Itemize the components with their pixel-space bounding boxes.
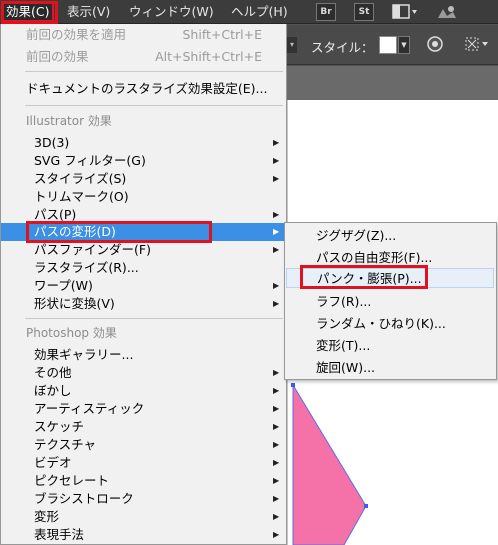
photoshop-effects-header: Photoshop 効果 <box>26 326 117 340</box>
menu-item-path[interactable]: パス(P) ▶ <box>1 206 286 224</box>
menu-item-distort-transform[interactable]: パスの変形(D) ▶ <box>1 223 286 241</box>
submenu-arrow-icon: ▶ <box>273 476 280 485</box>
bridge-button[interactable]: Br <box>316 3 336 21</box>
dropdown-arrow-icon[interactable]: ▾ <box>287 37 297 53</box>
menu-separator <box>25 105 283 106</box>
submenu-arrow-icon: ▶ <box>273 368 280 377</box>
menu-effect[interactable]: 効果(C) <box>0 2 55 22</box>
document-tab-strip <box>287 66 498 100</box>
control-bar: ▾ スタイル： ▼ <box>287 25 498 65</box>
chevron-down-icon[interactable]: ▼ <box>398 36 410 54</box>
submenu-arrow-icon: ▶ <box>273 530 280 539</box>
submenu-item-tweak[interactable]: ランダム・ひねり(K)... <box>285 314 496 334</box>
submenu-arrow-icon: ▶ <box>273 422 280 431</box>
menu-item-distort[interactable]: 変形 ▶ <box>1 508 286 526</box>
menu-item-other[interactable]: その他 ▶ <box>1 364 286 382</box>
submenu-arrow-icon: ▶ <box>273 440 280 449</box>
submenu-arrow-icon: ▶ <box>273 512 280 521</box>
submenu-item-pucker-bloat[interactable]: パンク・膨張(P)... <box>286 268 494 288</box>
arrange-documents-icon[interactable] <box>392 4 418 20</box>
menu-item-apply-last-effect[interactable]: 前回の効果を適用 Shift+Ctrl+E <box>1 26 286 44</box>
submenu-arrow-icon: ▶ <box>273 174 280 183</box>
submenu-item-zigzag[interactable]: ジグザグ(Z)... <box>285 226 496 246</box>
menu-item-pixelate[interactable]: ピクセレート ▶ <box>1 472 286 490</box>
stock-button[interactable]: St <box>354 3 374 21</box>
submenu-arrow-icon: ▶ <box>273 245 280 254</box>
menu-item-sketch[interactable]: スケッチ ▶ <box>1 418 286 436</box>
submenu-arrow-icon: ▶ <box>273 494 280 503</box>
menu-item-svg-filters[interactable]: SVG フィルター(G) ▶ <box>1 152 286 170</box>
illustrator-effects-header: Illustrator 効果 <box>26 114 112 128</box>
submenu-arrow-icon: ▶ <box>273 156 280 165</box>
menu-item-rasterize[interactable]: ラスタライズ(R)... <box>1 259 286 277</box>
menu-item-last-effect[interactable]: 前回の効果 Alt+Shift+Ctrl+E <box>1 48 286 66</box>
menu-separator <box>25 318 283 319</box>
distort-transform-submenu: ジグザグ(Z)... パスの自由変形(F)... パンク・膨張(P)... ラフ… <box>284 222 497 380</box>
menu-item-blur[interactable]: ぼかし ▶ <box>1 382 286 400</box>
menu-window[interactable]: ウィンドウ(W) <box>125 3 218 21</box>
menu-item-pathfinder[interactable]: パスファインダー(F) ▶ <box>1 241 286 259</box>
align-options-icon[interactable] <box>463 35 493 55</box>
submenu-arrow-icon: ▶ <box>273 210 280 219</box>
menu-bar: 効果(C) 表示(V) ウィンドウ(W) ヘルプ(H) Br St <box>0 0 498 24</box>
menu-item-convert-to-shape[interactable]: 形状に変換(V) ▶ <box>1 295 286 313</box>
menu-separator <box>25 71 283 72</box>
submenu-arrow-icon: ▶ <box>273 404 280 413</box>
menu-item-3d[interactable]: 3D(3) ▶ <box>1 134 286 152</box>
submenu-item-transform[interactable]: 変形(T)... <box>285 336 496 356</box>
menu-item-warp[interactable]: ワープ(W) ▶ <box>1 277 286 295</box>
menu-item-stylize-photoshop[interactable]: 表現手法 ▶ <box>1 526 286 544</box>
submenu-arrow-icon: ▶ <box>273 281 280 290</box>
submenu-item-twist[interactable]: 旋回(W)... <box>285 358 496 378</box>
submenu-arrow-icon: ▶ <box>273 138 280 147</box>
submenu-arrow-icon: ▶ <box>273 299 280 308</box>
menu-item-video[interactable]: ビデオ ▶ <box>1 454 286 472</box>
menu-item-brush-strokes[interactable]: ブラシストローク ▶ <box>1 490 286 508</box>
effect-menu: 前回の効果を適用 Shift+Ctrl+E 前回の効果 Alt+Shift+Ct… <box>0 24 287 545</box>
menu-item-crop-marks[interactable]: トリムマーク(O) <box>1 188 286 206</box>
style-label: スタイル： <box>311 40 374 55</box>
menu-item-texture[interactable]: テクスチャ ▶ <box>1 436 286 454</box>
menu-item-document-raster-settings[interactable]: ドキュメントのラスタライズ効果設定(E)... <box>1 80 286 98</box>
submenu-item-free-distort[interactable]: パスの自由変形(F)... <box>285 248 496 268</box>
menu-item-stylize[interactable]: スタイライズ(S) ▶ <box>1 170 286 188</box>
submenu-arrow-icon: ▶ <box>273 386 280 395</box>
graphic-style-swatch[interactable] <box>379 36 397 54</box>
menu-item-artistic[interactable]: アーティスティック ▶ <box>1 400 286 418</box>
sync-settings-icon[interactable] <box>434 3 460 21</box>
submenu-arrow-icon: ▶ <box>273 227 280 236</box>
menu-item-effect-gallery[interactable]: 効果ギャラリー... <box>1 346 286 364</box>
submenu-item-roughen[interactable]: ラフ(R)... <box>285 292 496 312</box>
submenu-arrow-icon: ▶ <box>273 458 280 467</box>
menu-view[interactable]: 表示(V) <box>63 3 114 21</box>
menu-help[interactable]: ヘルプ(H) <box>227 3 292 21</box>
recolor-artwork-icon[interactable] <box>425 35 445 55</box>
